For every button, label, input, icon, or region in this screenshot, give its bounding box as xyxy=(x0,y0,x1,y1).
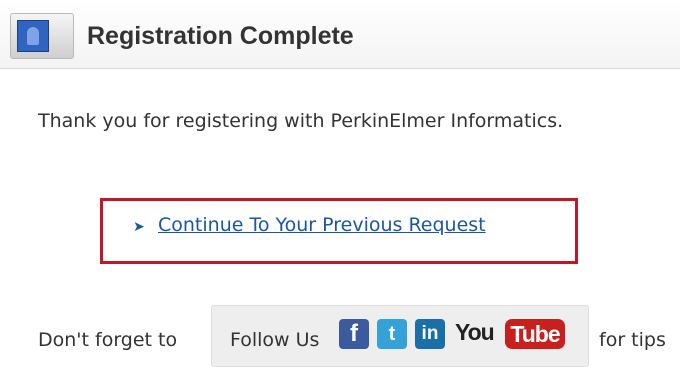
thank-you-message: Thank you for registering with PerkinElm… xyxy=(38,110,564,132)
user-silhouette xyxy=(17,20,49,52)
follow-us-label: Follow Us xyxy=(230,329,320,351)
youtube-tube-text: Tube xyxy=(505,319,565,349)
follow-prefix-text: Don't forget to xyxy=(38,329,178,351)
youtube-icon[interactable]: You Tube xyxy=(455,317,567,351)
arrow-right-icon: ➤ xyxy=(133,219,145,235)
facebook-icon[interactable]: f xyxy=(339,319,369,349)
page-title: Registration Complete xyxy=(87,22,354,50)
continue-previous-request-link[interactable]: Continue To Your Previous Request xyxy=(158,214,486,236)
user-profile-icon xyxy=(10,13,74,59)
youtube-you-text: You xyxy=(455,319,495,345)
page-header: Registration Complete xyxy=(0,0,680,69)
linkedin-icon[interactable]: in xyxy=(415,319,445,349)
follow-suffix-text: for tips xyxy=(599,329,666,351)
twitter-icon[interactable]: t xyxy=(377,319,407,349)
